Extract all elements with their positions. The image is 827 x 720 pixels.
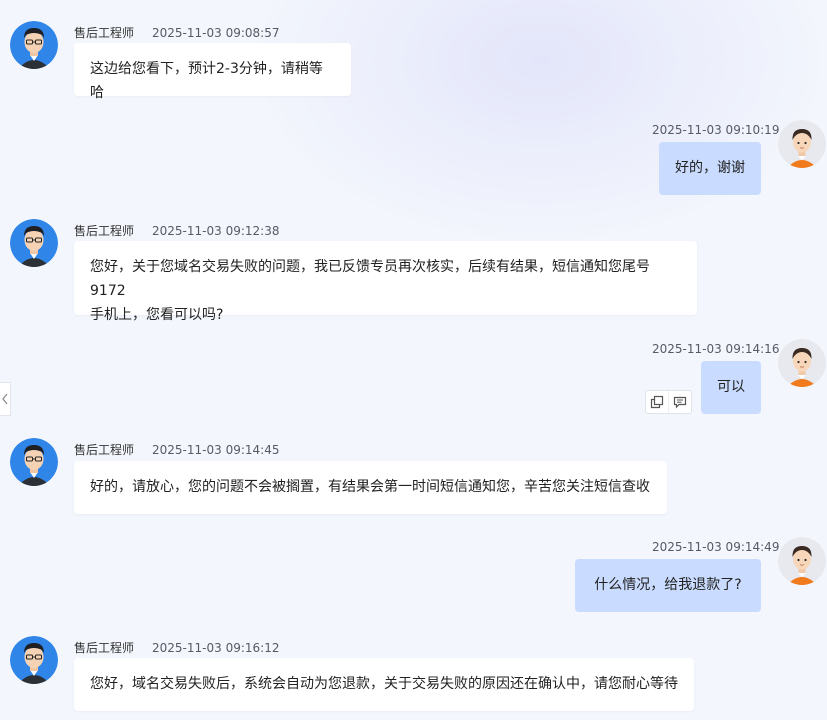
message-bubble[interactable]: 您好，域名交易失败后，系统会自动为您退款，关于交易失败的原因还在确认中，请您耐心… (74, 658, 694, 711)
timestamp: 2025-11-03 09:14:49 (652, 540, 780, 554)
message-text: 什么情况，给我退款了? (594, 577, 742, 593)
timestamp: 2025-11-03 09:12:38 (152, 224, 280, 238)
message-text-line: 手机上，您看可以吗? (90, 307, 224, 323)
engineer-avatar[interactable] (10, 219, 58, 267)
message-text: 这边给您看下，预计2-3分钟，请稍等哈 (90, 61, 323, 101)
message-meta: 售后工程师 2025-11-03 09:16:12 (74, 639, 279, 656)
user-avatar[interactable] (778, 339, 826, 387)
quote-icon (673, 396, 687, 409)
sender-name: 售后工程师 (74, 26, 135, 40)
sender-name: 售后工程师 (74, 443, 135, 457)
engineer-avatar[interactable] (10, 21, 58, 69)
copy-icon (650, 395, 664, 409)
engineer-avatar[interactable] (10, 438, 58, 486)
message-text: 可以 (717, 379, 745, 395)
message-bubble[interactable]: 好的，请放心，您的问题不会被搁置，有结果会第一时间短信通知您，辛苦您关注短信查收 (74, 461, 667, 514)
message-meta: 售后工程师 2025-11-03 09:12:38 (74, 222, 279, 239)
message-bubble[interactable]: 这边给您看下，预计2-3分钟，请稍等哈 (74, 43, 351, 101)
sender-name: 售后工程师 (74, 224, 135, 238)
chevron-left-icon (2, 393, 8, 405)
sender-name: 售后工程师 (74, 641, 135, 655)
message-meta: 售后工程师 2025-11-03 09:08:57 (74, 24, 279, 41)
message-meta: 售后工程师 2025-11-03 09:14:45 (74, 441, 279, 458)
message-bubble[interactable]: 您好，关于您域名交易失败的问题，我已反馈专员再次核实，后续有结果，短信通知您尾号… (74, 241, 697, 323)
chat-message-list[interactable]: 售后工程师 2025-11-03 09:08:57 这边给您看下，预计2-3分钟，… (0, 0, 827, 720)
message-text: 好的，谢谢 (675, 160, 745, 176)
engineer-avatar[interactable] (10, 636, 58, 684)
collapse-panel-button[interactable] (0, 382, 11, 416)
message-text: 好的，请放心，您的问题不会被搁置，有结果会第一时间短信通知您，辛苦您关注短信查收 (90, 479, 650, 495)
message-bubble[interactable]: 好的，谢谢 (659, 142, 761, 195)
message-text-line: 您好，关于您域名交易失败的问题，我已反馈专员再次核实，后续有结果，短信通知您尾号… (90, 259, 650, 299)
user-avatar[interactable] (778, 537, 826, 585)
timestamp: 2025-11-03 09:14:45 (152, 443, 280, 457)
message-text: 您好，域名交易失败后，系统会自动为您退款，关于交易失败的原因还在确认中，请您耐心… (90, 676, 678, 692)
timestamp: 2025-11-03 09:08:57 (152, 26, 280, 40)
quote-button[interactable] (668, 391, 691, 413)
message-bubble[interactable]: 什么情况，给我退款了? (575, 559, 761, 612)
timestamp: 2025-11-03 09:16:12 (152, 641, 280, 655)
timestamp: 2025-11-03 09:10:19 (652, 123, 780, 137)
message-actions (645, 390, 692, 414)
user-avatar[interactable] (778, 120, 826, 168)
message-bubble[interactable]: 可以 (701, 361, 761, 414)
timestamp: 2025-11-03 09:14:16 (652, 342, 780, 356)
copy-button[interactable] (646, 391, 668, 413)
